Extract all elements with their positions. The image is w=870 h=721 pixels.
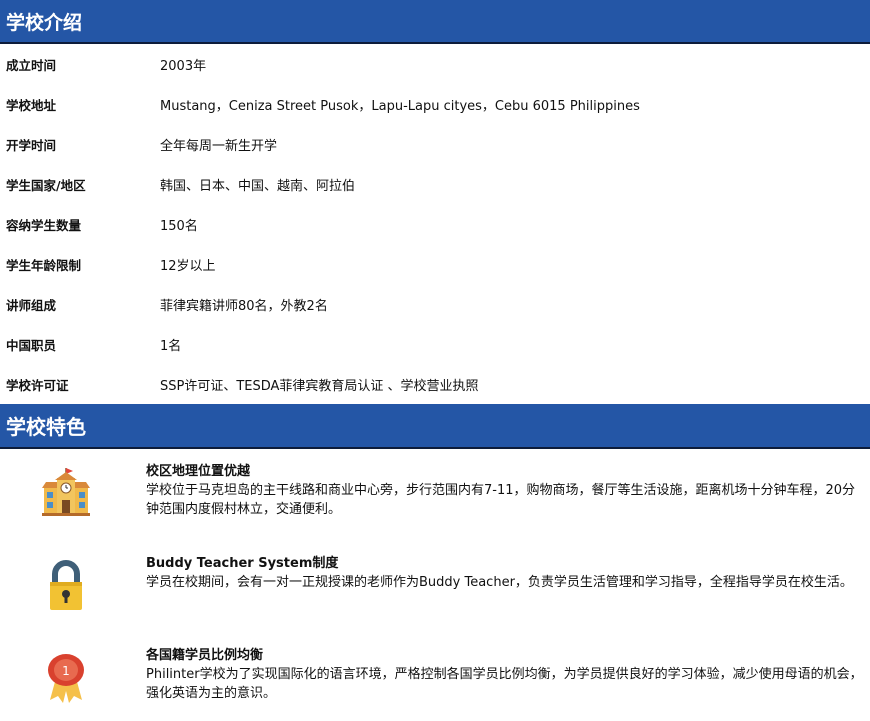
- feature-title: 校区地理位置优越: [146, 464, 251, 479]
- feature-item-location: 校区地理位置优越 学校位于马克坦岛的主干线路和商业中心旁，步行范围内有7-11，…: [0, 462, 870, 554]
- school-intro-title: 学校介绍: [6, 11, 83, 34]
- info-label: 中国职员: [6, 337, 57, 353]
- info-value: 2003年: [160, 58, 207, 74]
- info-label: 容纳学生数量: [6, 217, 82, 233]
- info-row-student-countries: 学生国家/地区 韩国、日本、中国、越南、阿拉伯: [0, 164, 870, 204]
- school-features-title: 学校特色: [6, 415, 86, 439]
- info-row-chinese-staff: 中国职员 1名: [0, 324, 870, 364]
- info-row-founded: 成立时间 2003年: [0, 44, 870, 84]
- info-label: 学校地址: [6, 97, 57, 113]
- info-row-start-time: 开学时间 全年每周一新生开学: [0, 124, 870, 164]
- padlock-icon: [0, 554, 146, 612]
- info-value: Mustang，Ceniza Street Pusok，Lapu-Lapu ci…: [160, 98, 640, 114]
- info-row-age-limit: 学生年龄限制 12岁以上: [0, 244, 870, 284]
- info-label: 学生年龄限制: [6, 257, 82, 273]
- info-row-address: 学校地址 Mustang，Ceniza Street Pusok，Lapu-La…: [0, 84, 870, 124]
- info-label: 成立时间: [6, 57, 57, 73]
- info-label: 学生国家/地区: [6, 177, 86, 193]
- info-row-teachers: 讲师组成 菲律宾籍讲师80名，外教2名: [0, 284, 870, 324]
- features-list: 校区地理位置优越 学校位于马克坦岛的主干线路和商业中心旁，步行范围内有7-11，…: [0, 449, 870, 721]
- feature-body: 校区地理位置优越 学校位于马克坦岛的主干线路和商业中心旁，步行范围内有7-11，…: [146, 462, 864, 519]
- info-value: SSP许可证、TESDA菲律宾教育局认证 、学校营业执照: [160, 378, 479, 394]
- feature-body: 各国籍学员比例均衡 Philinter学校为了实现国际化的语言环境，严格控制各国…: [146, 646, 864, 703]
- info-value: 韩国、日本、中国、越南、阿拉伯: [160, 178, 356, 194]
- feature-title: 各国籍学员比例均衡: [146, 648, 264, 663]
- info-value: 150名: [160, 218, 198, 234]
- school-intro-header: 学校介绍: [0, 0, 870, 44]
- info-row-capacity: 容纳学生数量 150名: [0, 204, 870, 244]
- medal-icon: 1: [0, 646, 146, 706]
- info-value: 全年每周一新生开学: [160, 138, 278, 154]
- info-value: 菲律宾籍讲师80名，外教2名: [160, 298, 328, 314]
- svg-text:1: 1: [62, 664, 70, 678]
- info-label: 讲师组成: [6, 297, 57, 313]
- info-label: 开学时间: [6, 137, 57, 153]
- school-building-icon: [0, 462, 146, 516]
- feature-item-nationality-balance: 1 各国籍学员比例均衡 Philinter学校为了实现国际化的语言环境，严格控制…: [0, 646, 870, 721]
- feature-title: Buddy Teacher System制度: [146, 556, 339, 571]
- info-value: 1名: [160, 338, 182, 354]
- feature-item-buddy-teacher: Buddy Teacher System制度 学员在校期间，会有一对一正规授课的…: [0, 554, 870, 646]
- feature-description: Philinter学校为了实现国际化的语言环境，严格控制各国学员比例均衡，为学员…: [146, 667, 863, 701]
- info-row-license: 学校许可证 SSP许可证、TESDA菲律宾教育局认证 、学校营业执照: [0, 364, 870, 404]
- info-label: 学校许可证: [6, 377, 69, 393]
- feature-description: 学员在校期间，会有一对一正规授课的老师作为Buddy Teacher，负责学员生…: [146, 575, 853, 590]
- feature-description: 学校位于马克坦岛的主干线路和商业中心旁，步行范围内有7-11，购物商场，餐厅等生…: [146, 483, 856, 517]
- school-info-table: 成立时间 2003年 学校地址 Mustang，Ceniza Street Pu…: [0, 44, 870, 404]
- school-features-header: 学校特色: [0, 404, 870, 449]
- info-value: 12岁以上: [160, 258, 216, 274]
- feature-body: Buddy Teacher System制度 学员在校期间，会有一对一正规授课的…: [146, 554, 864, 592]
